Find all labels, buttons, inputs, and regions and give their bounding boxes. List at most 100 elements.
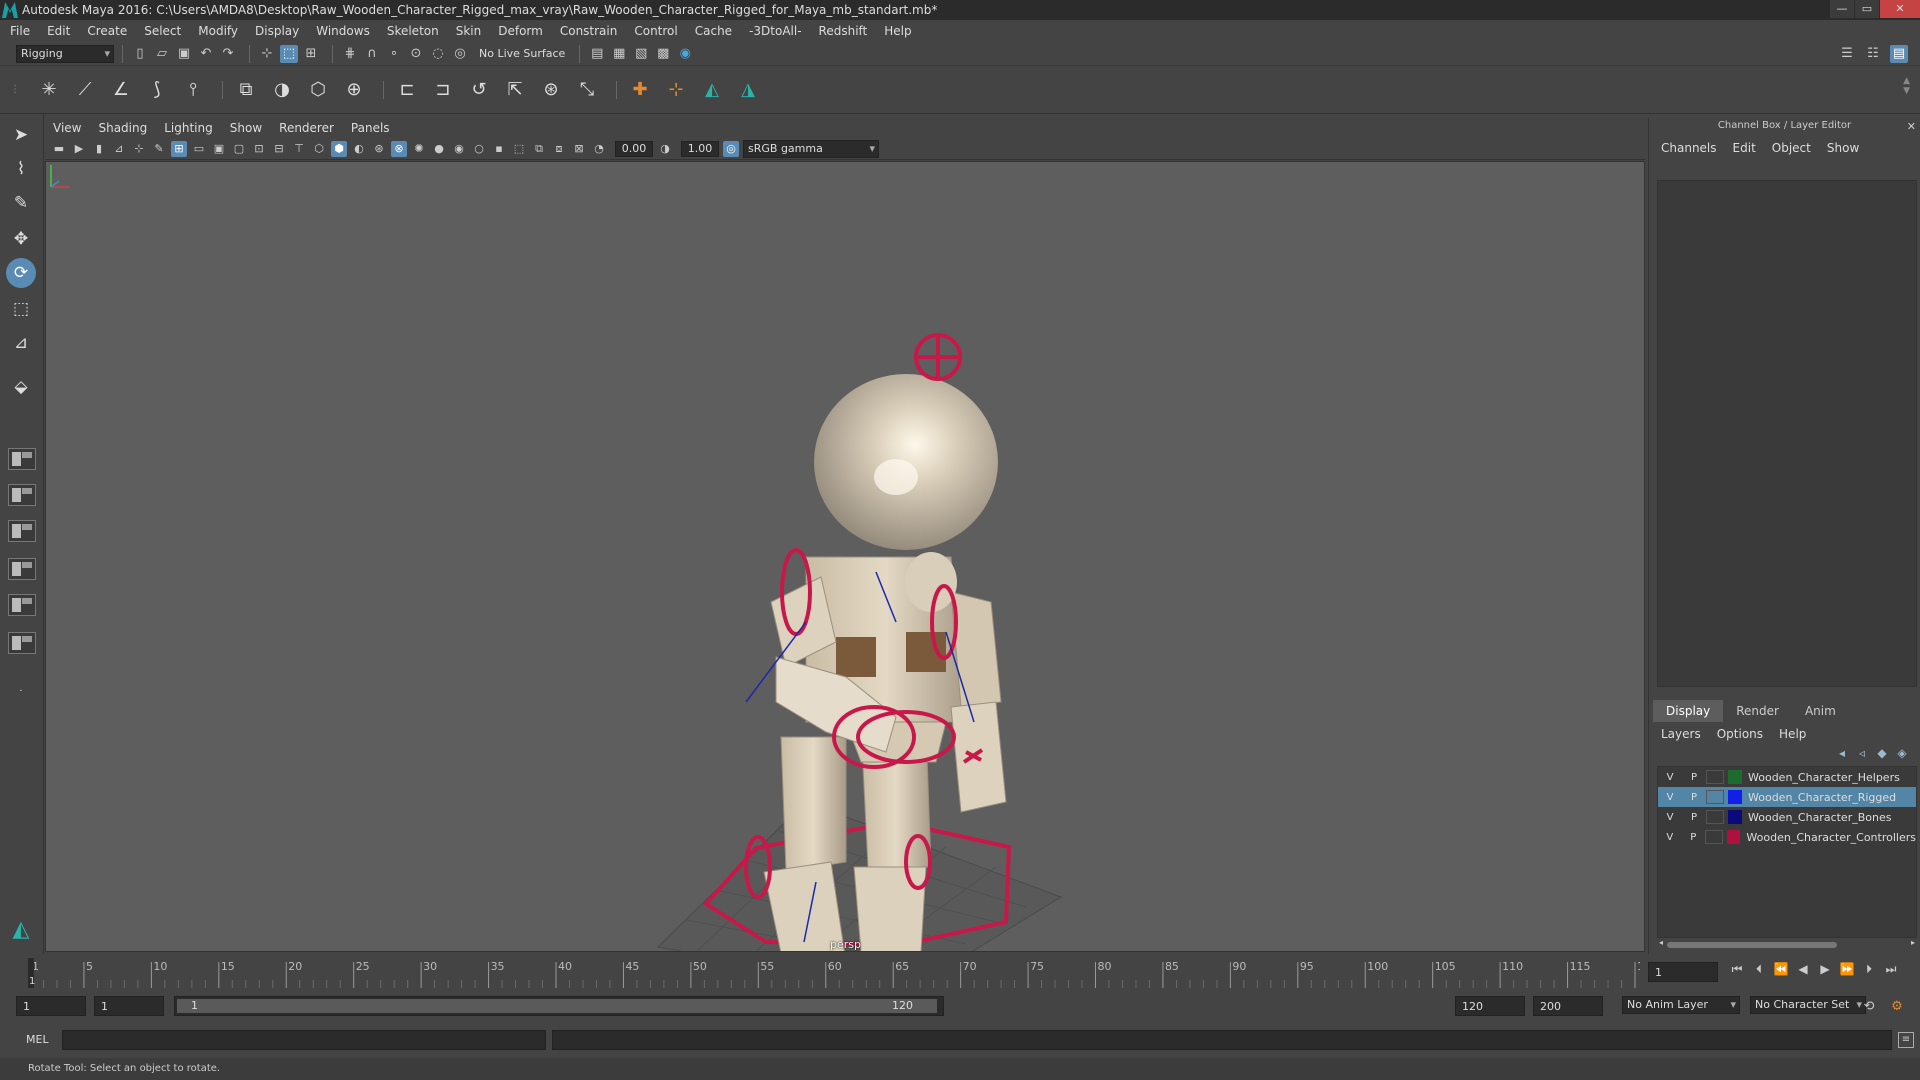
xray-joints-icon[interactable]: ⧈ [551,141,567,157]
snap-surface-icon[interactable]: ◌ [429,45,447,63]
layout-persp-graph-icon[interactable] [8,594,36,616]
smooth-shade-icon[interactable]: ⬢ [331,140,347,157]
layer-color-swatch[interactable] [1728,810,1742,824]
step-forward-frame-icon[interactable]: ⏵ [1858,962,1880,977]
panel-menu-shading[interactable]: Shading [98,121,147,135]
scroll-left-icon[interactable]: ◂ [1659,938,1663,947]
color-management-icon[interactable]: ◎ [723,140,739,157]
auto-key-icon[interactable]: ⟲ [1860,997,1878,1015]
character-set-dropdown[interactable]: No Character Set [1750,996,1866,1014]
script-editor-icon[interactable]: ≡ [1898,1032,1914,1048]
layer-display-type[interactable] [1706,810,1724,824]
layer-display-type[interactable] [1706,790,1724,804]
layer-row[interactable]: V P Wooden_Character_Helpers [1658,767,1916,787]
gamma-field[interactable]: 1.00 [681,140,719,157]
layer-playback-toggle[interactable]: P [1682,772,1706,783]
step-back-frame-icon[interactable]: ⏴ [1748,962,1770,977]
range-handle[interactable] [177,999,937,1013]
menu-edit[interactable]: Edit [47,24,70,38]
layout-two-stacked-icon[interactable] [8,520,36,542]
paint-weights-icon[interactable]: ◑ [267,75,297,105]
panel-menu-renderer[interactable]: Renderer [279,121,334,135]
scroll-right-icon[interactable]: ▸ [1911,938,1915,947]
select-hierarchy-icon[interactable]: ⊹ [258,45,276,63]
lasso-tool-icon[interactable]: ⌇ [6,154,36,184]
film-gate-icon[interactable]: ▭ [191,141,207,157]
bind-skin-icon[interactable]: ⧉ [231,75,261,105]
layer-playback-toggle[interactable]: P [1682,812,1706,823]
layer-visibility-toggle[interactable]: V [1658,832,1682,843]
step-forward-key-icon[interactable]: ⏩ [1836,962,1858,977]
move-layer-up-icon[interactable]: ◂ [1832,746,1852,760]
wireframe-icon[interactable]: ⬡ [311,141,327,157]
menu-modify[interactable]: Modify [198,24,238,38]
mash-icon[interactable]: ◭ [697,75,727,105]
camera-attributes-icon[interactable]: ▶ [71,141,87,157]
hypershade-icon[interactable]: ◉ [676,45,694,63]
cb-menu-channels[interactable]: Channels [1661,141,1717,155]
humanik-icon[interactable]: ⫯ [178,75,208,105]
scene-view[interactable] [46,162,1645,952]
cb-menu-show[interactable]: Show [1827,141,1859,155]
step-back-key-icon[interactable]: ⏪ [1770,962,1792,977]
new-layer-from-selection-icon[interactable]: ◈ [1892,746,1912,760]
shadows-icon[interactable]: ✺ [411,141,427,157]
insert-joint-icon[interactable]: ⟋ [70,75,100,105]
open-scene-icon[interactable]: ▱ [153,45,171,63]
select-component-icon[interactable]: ⊞ [302,45,320,63]
layer-color-swatch[interactable] [1728,790,1742,804]
exposure-field[interactable]: 0.00 [615,140,653,157]
layer-color-swatch[interactable] [1728,770,1742,784]
textured-icon[interactable]: ⊛ [371,141,387,157]
tab-render[interactable]: Render [1723,700,1792,722]
time-ruler[interactable]: 1 5 10 15 20 25 30 35 40 45 50 55 60 65 70 75 80 85 90 95 10… [0,956,1640,990]
command-input[interactable] [62,1030,546,1050]
minimize-button[interactable]: — [1830,0,1854,18]
cluster-icon[interactable]: ⊕ [339,75,369,105]
isolate-select-icon[interactable]: ⬚ [511,141,527,157]
panel-menu-view[interactable]: View [53,121,81,135]
layout-hypershade-icon[interactable] [8,632,36,654]
last-tool-icon[interactable]: ⊿ [6,328,36,358]
menuset-dropdown[interactable]: Rigging [16,44,114,63]
render-settings-icon[interactable]: ▩ [654,45,672,63]
layout-more-icon[interactable]: · [6,676,36,706]
aim-constraint-icon[interactable]: ⊛ [536,75,566,105]
image-plane-icon[interactable]: ⊿ [111,141,127,157]
paint-select-tool-icon[interactable]: ✎ [6,188,36,218]
gamma-icon[interactable]: ◑ [657,141,673,157]
parent-constraint-icon[interactable]: ⊏ [392,75,422,105]
wireframe-on-shaded-icon[interactable]: ◐ [351,141,367,157]
anim-layer-dropdown[interactable]: No Anim Layer [1622,996,1740,1014]
playback-start-field[interactable]: 1 [94,996,164,1016]
layer-display-type[interactable] [1705,830,1723,844]
render-view-icon[interactable]: ▤ [588,45,606,63]
redo-icon[interactable]: ↷ [219,45,237,63]
menu-file[interactable]: File [10,24,30,38]
use-all-lights-icon[interactable]: ⊗ [391,140,407,157]
menu-create[interactable]: Create [87,24,127,38]
rotate-tool-icon[interactable]: ⟳ [6,258,36,288]
move-tool-icon[interactable]: ✥ [6,224,36,254]
screen-space-ao-icon[interactable]: ● [431,141,447,157]
save-scene-icon[interactable]: ▣ [175,45,193,63]
panel-menu-show[interactable]: Show [230,121,262,135]
shelf-options-icon[interactable]: ⋮ [10,84,24,95]
select-camera-icon[interactable]: ▬ [51,141,67,157]
snap-view-icon[interactable]: ⊙ [407,45,425,63]
playback-end-field[interactable]: 120 [1455,996,1525,1016]
new-scene-icon[interactable]: ▯ [131,45,149,63]
menu-control[interactable]: Control [634,24,677,38]
panel-close-icon[interactable]: ✕ [1907,119,1916,135]
menu-cache[interactable]: Cache [695,24,732,38]
menu-skeleton[interactable]: Skeleton [387,24,439,38]
play-backwards-icon[interactable]: ◀ [1792,962,1814,977]
panel-menu-lighting[interactable]: Lighting [164,121,213,135]
create-joints-icon[interactable]: ✳ [34,75,64,105]
scale-tool-icon[interactable]: ⬚ [6,294,36,324]
close-button[interactable]: ✕ [1880,0,1920,18]
channel-list[interactable] [1657,180,1917,687]
depth-of-field-icon[interactable]: ▪ [491,141,507,157]
gate-mask-icon[interactable]: ▢ [231,141,247,157]
joint-locator-icon[interactable]: ⊹ [661,75,691,105]
